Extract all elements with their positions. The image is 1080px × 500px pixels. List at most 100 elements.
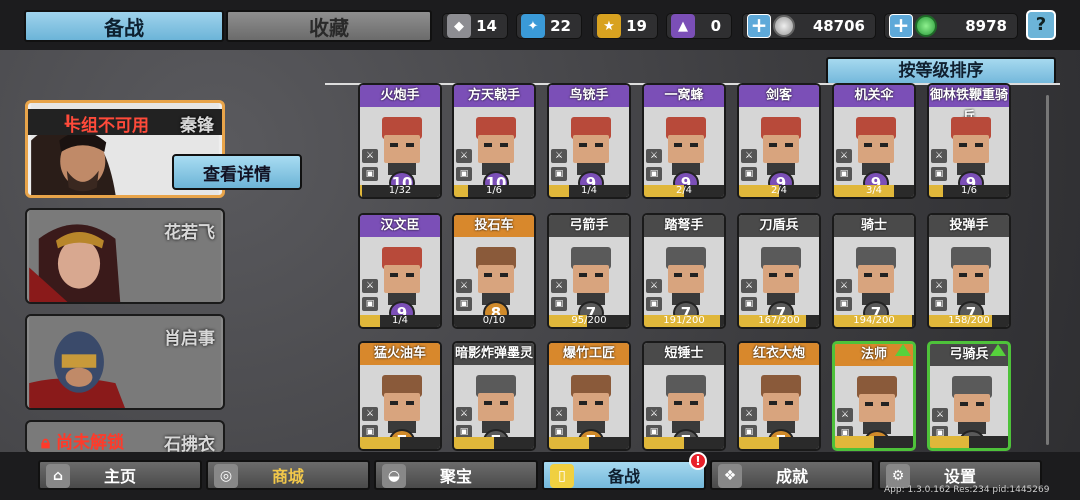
unit-progress-bar	[644, 437, 724, 449]
scrollbar[interactable]	[1046, 95, 1049, 445]
unit-progress-bar: 1/6	[454, 185, 534, 197]
unit-card[interactable]: 踏弩手 ⚔ ▣ 7 191/200	[642, 213, 726, 329]
unit-card[interactable]: 御林铁鞭重骑兵⚔▣91/6	[927, 83, 1011, 199]
skill-icon: ⚔	[551, 279, 567, 293]
unit-name: 弓箭手	[549, 215, 629, 237]
hero-name: 石拂衣	[164, 435, 215, 454]
nav-treasure-button[interactable]: ◒ 聚宝	[374, 460, 538, 490]
resource-gold-medal: ★ 19	[592, 13, 658, 39]
unit-card[interactable]: 弓骑兵⚔▣6	[927, 341, 1011, 451]
jade-coin-counter: + 8978	[884, 13, 1018, 39]
tab-collection[interactable]: 收藏	[226, 10, 432, 42]
unit-card[interactable]: 猛火油车⚔▣7	[358, 341, 442, 451]
nav-prepare-button[interactable]: ▯ 备战	[542, 460, 706, 490]
progress-fill	[454, 437, 494, 449]
unit-card[interactable]: 机关伞 ⚔ ▣ 9 3/4	[832, 83, 916, 199]
unit-card[interactable]: 刀盾兵 ⚔ ▣ 7 167/200	[737, 213, 821, 329]
skill-icon: ⚔	[836, 149, 852, 163]
unit-card[interactable]: 暗影炸弹墨灵⚔▣7	[452, 341, 536, 451]
skill-icon: ▣	[741, 167, 757, 181]
unit-name: 机关伞	[834, 85, 914, 107]
unit-card[interactable]: 红衣大炮⚔▣7	[737, 341, 821, 451]
progress-fill	[835, 436, 874, 448]
unit-progress-bar: 158/200	[929, 315, 1009, 327]
hero-card-shifuyi[interactable]: 🔒︎ 尚未解锁 石拂衣	[25, 420, 225, 454]
unit-art	[382, 117, 422, 175]
skill-icon: ▣	[836, 297, 852, 311]
unit-art	[856, 247, 896, 305]
unit-card[interactable]: 法师⚔▣6	[832, 341, 916, 451]
progress-fill	[360, 437, 400, 449]
unit-progress-bar: 2/4	[644, 185, 724, 197]
unit-card[interactable]: 汉文臣 ⚔ ▣ 9 1/4	[358, 213, 442, 329]
unit-progress-bar	[930, 436, 1008, 448]
nav-achievement-button[interactable]: ❖ 成就	[710, 460, 874, 490]
skill-icon: ⚔	[741, 279, 757, 293]
unit-card[interactable]: 投石车 ⚔ ▣ 8 0/10	[452, 213, 536, 329]
home-icon: ⌂	[46, 464, 70, 488]
progress-text: 167/200	[758, 315, 800, 326]
skill-icon: ⚔	[741, 149, 757, 163]
progress-text: 3/4	[865, 185, 883, 196]
unit-card[interactable]: 剑客 ⚔ ▣ 9 2/4	[737, 83, 821, 199]
skill-icon: ⚔	[362, 407, 378, 421]
progress-text: 0/10	[482, 315, 506, 326]
unit-art	[952, 376, 992, 434]
view-details-button[interactable]: 查看详情	[172, 154, 302, 190]
progress-text: 1/4	[580, 185, 598, 196]
unit-art	[382, 375, 422, 433]
progress-text: 1/32	[388, 185, 412, 196]
unit-art	[856, 117, 896, 175]
add-jade-coin-button[interactable]: +	[889, 14, 913, 38]
progress-text: 1/6	[960, 185, 978, 196]
resource-purple-crystal: ▲ 0	[666, 13, 732, 39]
unit-card[interactable]: 短锤士⚔▣7	[642, 341, 726, 451]
progress-fill	[644, 437, 684, 449]
nav-shop-button[interactable]: ◎ 商城	[206, 460, 370, 490]
hero-card-huaruofei[interactable]: 花若飞	[25, 208, 225, 304]
unit-name: 暗影炸弹墨灵	[454, 343, 534, 365]
unit-progress-bar: 0/10	[454, 315, 534, 327]
unit-art	[571, 117, 611, 175]
skill-icon: ⚔	[551, 149, 567, 163]
progress-text: 95/200	[571, 315, 607, 326]
hero-card-xiaoqishi[interactable]: 肖启事	[25, 314, 225, 410]
skill-icon: ▣	[456, 297, 472, 311]
unit-card[interactable]: 鸟铳手 ⚔ ▣ 9 1/4	[547, 83, 631, 199]
skill-icon: ▣	[362, 297, 378, 311]
help-button[interactable]: ?	[1026, 10, 1056, 40]
unit-card[interactable]: 方天戟手 ⚔ ▣ 10 1/6	[452, 83, 536, 199]
unit-art	[571, 247, 611, 305]
skill-icon: ⚔	[362, 149, 378, 163]
progress-fill	[360, 185, 363, 197]
unit-progress-bar: 3/4	[834, 185, 914, 197]
unit-art	[761, 117, 801, 175]
unit-card[interactable]: 弓箭手 ⚔ ▣ 7 95/200	[547, 213, 631, 329]
tab-prepare[interactable]: 备战	[24, 10, 224, 42]
progress-text: 191/200	[663, 315, 705, 326]
version-text: App: 1.3.0.162 Res:234 pid:1445269	[884, 485, 1050, 495]
skill-icon: ⚔	[456, 279, 472, 293]
skill-icon: ▣	[836, 167, 852, 181]
unit-art	[476, 247, 516, 305]
unit-name: 投弹手	[929, 215, 1009, 237]
unit-art	[476, 117, 516, 175]
unit-card[interactable]: 爆竹工匠⚔▣7	[547, 341, 631, 451]
unit-card[interactable]: 一窝蜂 ⚔ ▣ 9 2/4	[642, 83, 726, 199]
nav-home-button[interactable]: ⌂ 主页	[38, 460, 202, 490]
sort-by-level-button[interactable]: 按等级排序	[826, 57, 1056, 85]
add-silver-coin-button[interactable]: +	[747, 14, 771, 38]
unit-name: 红衣大炮	[739, 343, 819, 365]
skill-icon: ⚔	[932, 408, 948, 422]
unit-progress-bar: 1/6	[929, 185, 1009, 197]
silver-coin-counter: + 48706	[742, 13, 876, 39]
unit-card[interactable]: 火炮手 ⚔ ▣ 10 1/32	[358, 83, 442, 199]
unit-card[interactable]: 骑士 ⚔ ▣ 7 194/200	[832, 213, 916, 329]
unit-art	[761, 247, 801, 305]
silver-shield-icon: ◆	[447, 14, 471, 38]
unit-progress-bar: 191/200	[644, 315, 724, 327]
unit-card[interactable]: 投弹手 ⚔ ▣ 7 158/200	[927, 213, 1011, 329]
notification-badge: !	[689, 452, 707, 470]
progress-text: 1/4	[391, 315, 409, 326]
progress-text: 1/6	[485, 185, 503, 196]
